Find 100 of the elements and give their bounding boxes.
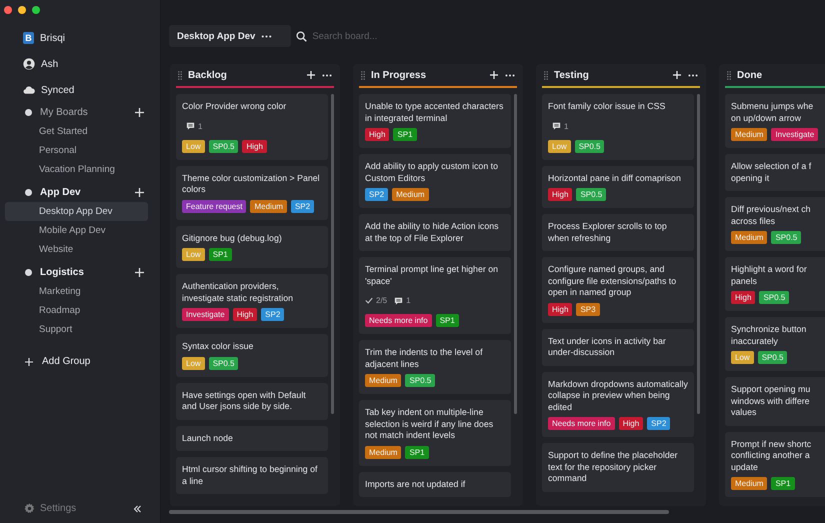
label-tag: SP1 [771, 477, 795, 490]
label-tag: Medium [731, 477, 768, 490]
label-tag: SP1 [208, 248, 232, 261]
task-card[interactable]: Horizontal pane in diff comaprison High SP0.5 [542, 166, 694, 208]
minimize-window-button[interactable] [18, 6, 26, 14]
task-card[interactable]: Color Provider wrong color 1 Low SP0.5 High [176, 94, 328, 160]
label-tag: SP0.5 [759, 291, 790, 304]
column-title: Testing [554, 68, 590, 82]
scrollbar-thumb[interactable] [169, 510, 669, 514]
collapse-sidebar-icon[interactable] [133, 504, 142, 512]
task-card[interactable]: Terminal prompt line get higher on 'space' 2/5 1 Needs more info SP1 [359, 257, 511, 334]
more-icon[interactable] [505, 74, 515, 76]
card-title: Gitignore bug (debug.log) [182, 232, 283, 244]
drag-handle-icon[interactable] [544, 70, 548, 80]
task-card[interactable]: Imports are not updated if [359, 472, 511, 497]
task-card[interactable]: Process Explorer scrolls to top when refreshing [542, 214, 694, 251]
label-tag: SP2 [647, 417, 670, 430]
board-item[interactable]: Website [5, 240, 148, 259]
drag-handle-icon[interactable] [361, 70, 365, 80]
label-tag: Medium [731, 128, 768, 141]
task-card[interactable]: Diff previous/next ch across files Medium SP0.5 [725, 197, 825, 251]
comment-count: 1 [406, 295, 411, 307]
task-card[interactable]: Tab key indent on multiple-line selection is weird if any line does not match indent levels Medium SP1 [359, 400, 511, 466]
task-card[interactable]: Add ability to apply custom icon to Custom Editors SP2 Medium [359, 154, 511, 208]
task-card[interactable]: Unable to type accented characters in integrated terminal High SP1 [359, 94, 511, 148]
add-board-icon[interactable] [135, 188, 144, 197]
board-item[interactable]: Marketing [5, 282, 148, 301]
more-icon[interactable] [688, 74, 698, 76]
user-name[interactable]: Ash [41, 58, 58, 70]
task-card[interactable]: Syntax color issue Low SP0.5 [176, 334, 328, 376]
label-tag: SP0.5 [405, 374, 436, 387]
card-title: Tab key indent on multiple-line selection is weird if any line does not match indent levels [365, 407, 494, 442]
board-item[interactable]: Get Started [5, 122, 148, 141]
task-card[interactable]: Trim the indents to the level of adjacent lines Medium SP0.5 [359, 340, 511, 394]
more-icon[interactable] [322, 74, 332, 76]
board-item[interactable]: Desktop App Dev [5, 202, 148, 221]
card-title: Unable to type accented characters in integrated terminal [365, 101, 504, 124]
task-card[interactable]: Synchronize button inaccurately Low SP0.5 [725, 317, 825, 371]
label-tag: Low [731, 351, 754, 364]
add-card-icon[interactable] [490, 71, 498, 79]
group-name[interactable]: My Boards [40, 107, 135, 118]
add-card-icon[interactable] [673, 71, 681, 79]
more-icon[interactable] [261, 34, 272, 38]
label-tag: SP0.5 [771, 231, 802, 244]
task-card[interactable]: Launch node [176, 426, 328, 451]
label-tag: High [731, 291, 756, 304]
task-card[interactable]: Support opening mu windows with differe values [725, 377, 825, 426]
label-tag: Low [182, 356, 205, 370]
board-item[interactable]: Vacation Planning [5, 160, 148, 179]
card-title: Text under icons in activity bar under-discussion [548, 336, 667, 358]
task-card[interactable]: Support to define the placeholder text for the repository picker command [542, 443, 694, 492]
task-card[interactable]: Text under icons in activity bar under-discussion [542, 328, 694, 366]
card-title: Have settings open with Default and User jsons side by side. [182, 390, 307, 412]
task-card[interactable]: Font family color issue in CSS 1 Low SP0.5 [542, 94, 694, 160]
task-card[interactable]: Have settings open with Default and User jsons side by side. [176, 382, 328, 420]
add-card-icon[interactable] [307, 71, 315, 79]
label-tag: Medium [250, 200, 287, 212]
board-item[interactable]: Roadmap [5, 301, 148, 320]
task-card[interactable]: Configure named groups, and configure file extensions/paths to open in named group High SP3 [542, 257, 694, 322]
task-card[interactable]: Highlight a word for panels High SP0.5 [725, 257, 825, 311]
board-item[interactable]: Support [5, 320, 148, 339]
maximize-window-button[interactable] [32, 6, 40, 14]
group-name[interactable]: Logistics [40, 267, 135, 278]
scrollbar-thumb[interactable] [331, 94, 334, 414]
task-card[interactable]: Theme color customization > Panel colors Feature request Medium SP2 [176, 166, 328, 220]
task-card[interactable]: Html cursor shifting to beginning of a line [176, 457, 328, 494]
comment-icon [552, 122, 561, 130]
group-name[interactable]: App Dev [40, 187, 135, 198]
card-title: Color Provider wrong color [182, 101, 288, 112]
sync-status: Synced [41, 84, 74, 96]
close-window-button[interactable] [4, 6, 12, 14]
task-card[interactable]: Authentication providers, investigate static registration Investigate High SP2 [176, 274, 328, 328]
card-title: Launch node [182, 432, 234, 444]
settings-link[interactable]: Settings [40, 503, 133, 514]
add-board-icon[interactable] [135, 268, 144, 277]
label-tag: Needs more info [365, 314, 432, 327]
add-group-link[interactable]: Add Group [42, 356, 144, 367]
search-field[interactable]: Search board... [312, 30, 442, 42]
drag-handle-icon[interactable] [178, 70, 182, 80]
task-card[interactable]: Markdown dropdowns automatically collapse in preview when being edited Needs more info High SP2 [542, 372, 694, 437]
board-item[interactable]: Mobile App Dev [5, 221, 148, 240]
drag-handle-icon[interactable] [727, 70, 731, 80]
card-title: Trim the indents to the level of adjacent lines [365, 347, 484, 370]
scrollbar-thumb[interactable] [697, 94, 700, 414]
plus-icon [25, 358, 33, 366]
checklist-count: 2/5 [376, 295, 388, 307]
task-card[interactable]: Add the ability to hide Action icons at the top of File Explorer [359, 214, 511, 251]
card-title: Prompt if new shortc conflicting another a update [731, 438, 812, 473]
label-tag: High [548, 188, 572, 201]
add-board-icon[interactable] [135, 108, 144, 117]
task-card[interactable]: Submenu jumps whe on up/down arrow Medium Investigate [725, 94, 825, 148]
task-card[interactable]: Gitignore bug (debug.log) Low SP1 [176, 226, 328, 268]
board-title-button[interactable]: Desktop App Dev [169, 25, 292, 47]
scrollbar-thumb[interactable] [514, 94, 517, 414]
label-tag: Medium [365, 374, 402, 387]
card-title: Diff previous/next ch across files [731, 204, 812, 227]
board-item[interactable]: Personal [5, 141, 148, 160]
task-card[interactable]: Allow selection of a f opening it [725, 154, 825, 191]
task-card[interactable]: Prompt if new shortc conflicting another a update Medium SP1 [725, 432, 825, 497]
label-tag: SP2 [365, 188, 388, 201]
